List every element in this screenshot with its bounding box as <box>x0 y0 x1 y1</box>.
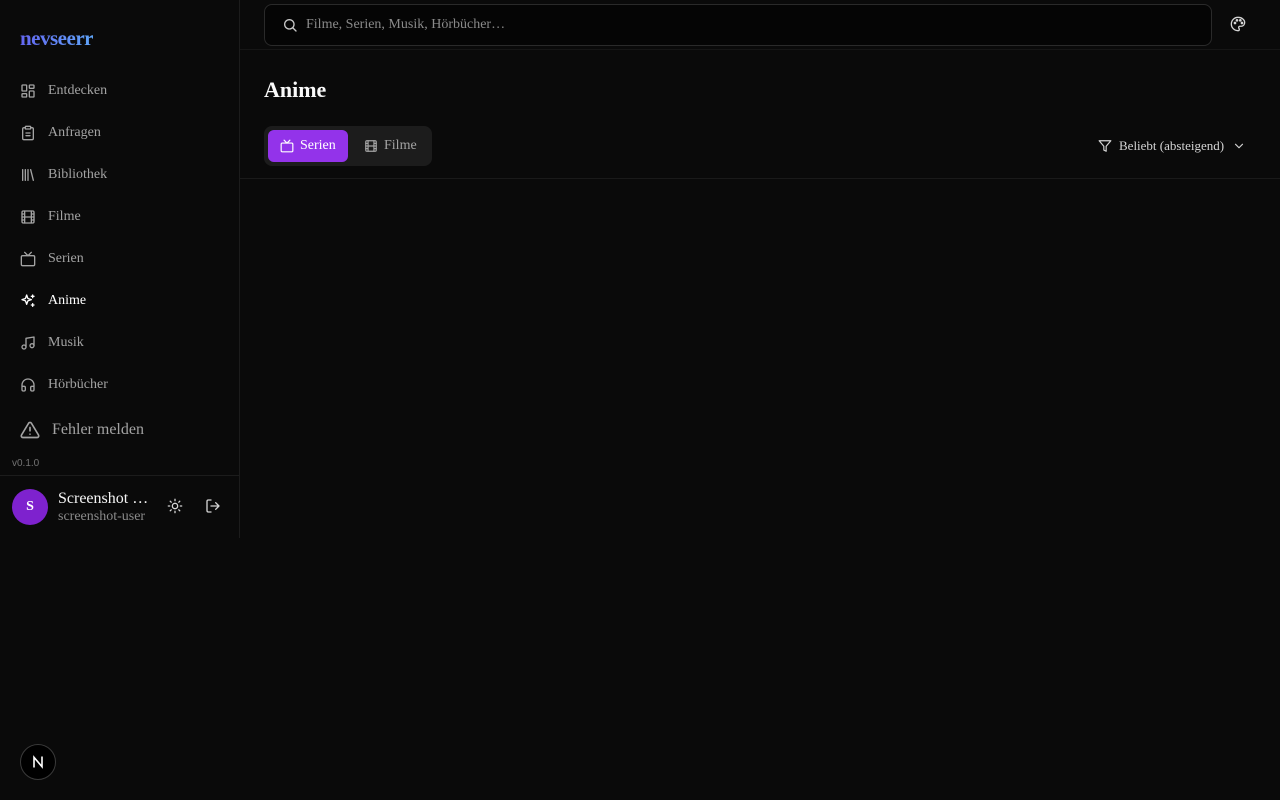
user-email: screenshot-user <box>58 509 146 524</box>
sidebar-item-label: Hörbücher <box>48 377 108 392</box>
search-icon <box>284 19 297 32</box>
dev-tools-button[interactable] <box>20 744 56 780</box>
sidebar-nav: Entdecken Anfragen Bibliothek Filme Seri… <box>0 70 239 406</box>
sidebar: nevseerr Entdecken Anfragen Bibliothek F… <box>0 0 240 538</box>
tab-label: Serien <box>300 138 336 153</box>
sidebar-item-anime[interactable]: Anime <box>0 280 239 322</box>
n-logo-icon <box>33 755 43 769</box>
tab-label: Filme <box>384 138 417 153</box>
palette-button[interactable] <box>1230 16 1248 34</box>
sidebar-item-label: Entdecken <box>48 83 108 98</box>
tab-serien[interactable]: Serien <box>268 130 348 162</box>
logout-icon <box>206 499 220 513</box>
app-version: v0.1.0 <box>12 458 40 469</box>
film-icon <box>365 140 377 152</box>
sparkles-icon <box>20 293 36 309</box>
filter-icon <box>1098 140 1112 152</box>
search-bar[interactable] <box>264 4 1212 46</box>
theme-toggle-button[interactable] <box>167 498 185 516</box>
sidebar-item-label: Filme <box>48 209 81 224</box>
clipboard-icon <box>20 125 36 141</box>
chevron-down-icon <box>1234 143 1244 149</box>
sort-label: Beliebt (absteigend) <box>1119 138 1225 153</box>
tv-icon <box>280 139 294 153</box>
logout-button[interactable] <box>205 498 223 516</box>
sidebar-item-musik[interactable]: Musik <box>0 322 239 364</box>
report-bug-button[interactable]: Fehler melden <box>20 420 144 440</box>
media-type-tabs: Serien Filme <box>264 126 432 166</box>
sort-dropdown[interactable]: Beliebt (absteigend) <box>1098 136 1246 156</box>
film-icon <box>20 209 36 225</box>
sidebar-item-label: Bibliothek <box>48 167 108 182</box>
layout-grid-icon <box>20 83 36 99</box>
sidebar-item-entdecken[interactable]: Entdecken <box>0 70 239 112</box>
palette-icon <box>1230 16 1246 32</box>
sun-icon <box>167 498 183 514</box>
user-name: Screenshot User <box>58 490 152 507</box>
app-logo[interactable]: nevseerr <box>20 26 93 51</box>
tv-icon <box>20 251 36 267</box>
sidebar-item-label: Serien <box>48 251 84 266</box>
sidebar-item-anfragen[interactable]: Anfragen <box>0 112 239 154</box>
page-title: Anime <box>264 77 327 102</box>
warning-triangle-icon <box>20 421 40 439</box>
sidebar-item-label: Musik <box>48 335 84 350</box>
sidebar-item-filme[interactable]: Filme <box>0 196 239 238</box>
tab-filme[interactable]: Filme <box>352 130 429 162</box>
top-bar <box>240 0 1280 50</box>
headphones-icon <box>20 377 36 393</box>
music-icon <box>20 335 36 351</box>
sidebar-item-label: Anime <box>48 293 87 308</box>
sidebar-item-label: Anfragen <box>48 125 101 140</box>
user-panel: S Screenshot User screenshot-user <box>0 475 239 538</box>
search-input[interactable] <box>306 17 1186 33</box>
sidebar-item-bibliothek[interactable]: Bibliothek <box>0 154 239 196</box>
library-icon <box>20 167 36 183</box>
sidebar-item-serien[interactable]: Serien <box>0 238 239 280</box>
report-bug-label: Fehler melden <box>52 421 144 438</box>
sidebar-item-hoerbuecher[interactable]: Hörbücher <box>0 364 239 406</box>
avatar[interactable]: S <box>12 489 48 525</box>
content-divider <box>240 178 1280 179</box>
